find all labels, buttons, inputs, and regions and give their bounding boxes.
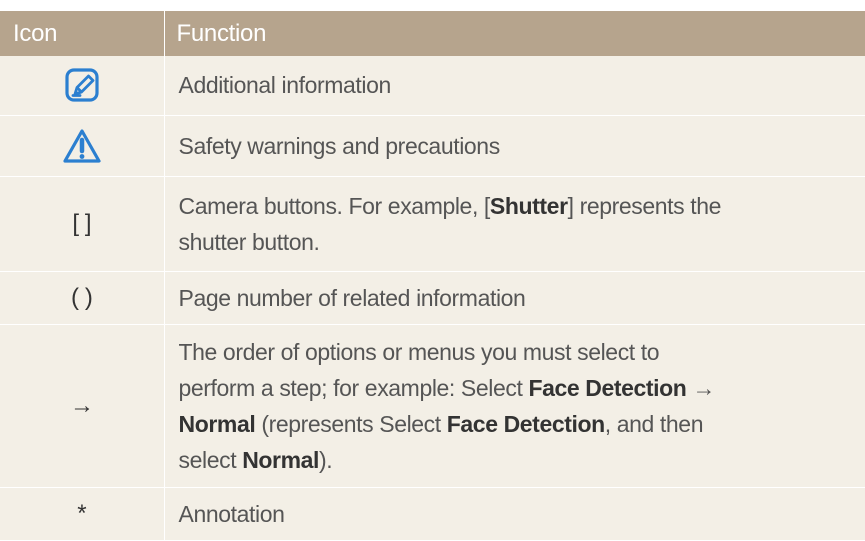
icon-legend-table: Icon Function Additional information Saf…: [0, 11, 865, 541]
function-cell: Page number of related information: [178, 284, 526, 311]
function-cell: Camera buttons. For example, [Shutter] r…: [178, 192, 722, 255]
table-row: → The order of options or menus you must…: [0, 324, 865, 487]
arrow-symbol: →: [0, 324, 165, 487]
icon-cell: [0, 115, 165, 176]
function-cell: The order of options or menus you must s…: [178, 338, 716, 473]
asterisk-symbol: *: [0, 487, 165, 540]
table-row: ( ) Page number of related information: [0, 271, 865, 324]
function-cell: Additional information: [178, 72, 392, 99]
parenthesis-symbol: ( ): [0, 271, 165, 324]
function-cell: Annotation: [178, 500, 285, 527]
icon-column-header: Icon: [13, 19, 58, 47]
function-column-header: Function: [163, 11, 865, 56]
bracket-symbol: [ ]: [0, 176, 165, 271]
icon-cell: [0, 56, 165, 115]
note-icon: [65, 68, 99, 102]
function-cell: Safety warnings and precautions: [178, 132, 501, 159]
warning-icon: [63, 128, 101, 163]
table-row: [ ] Camera buttons. For example, [Shutte…: [0, 176, 865, 271]
table-row: * Annotation: [0, 487, 865, 540]
table-header-row: Icon Function: [0, 11, 865, 56]
table-row: Safety warnings and precautions: [0, 115, 865, 176]
table-row: Additional information: [0, 56, 865, 115]
